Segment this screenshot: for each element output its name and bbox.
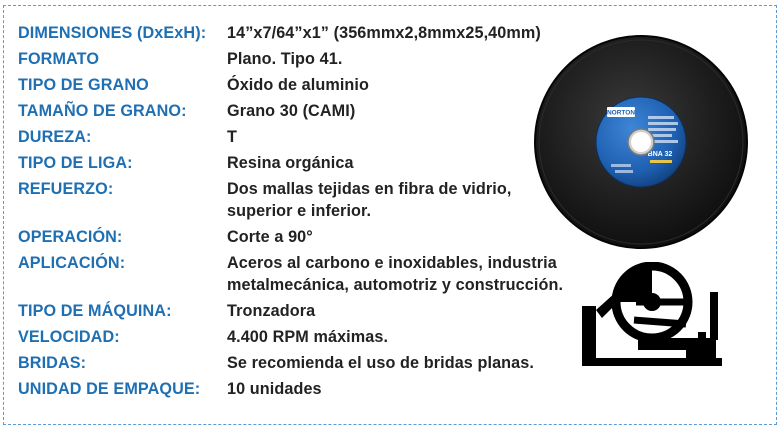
- spec-label: TIPO DE LIGA:: [18, 154, 133, 172]
- cutting-disc-image: NORTON BNA 32: [533, 34, 749, 250]
- spec-row-hardness: DUREZA: T: [18, 126, 578, 148]
- spec-row-bond: TIPO DE LIGA: Resina orgánica: [18, 152, 578, 174]
- spec-value: Óxido de aluminio: [227, 74, 578, 96]
- spec-row-dimensions: DIMENSIONES (DxExH): 14”x7/64”x1” (356mm…: [18, 22, 578, 44]
- spec-label: OPERACIÓN:: [18, 228, 123, 246]
- spec-table: DIMENSIONES (DxExH): 14”x7/64”x1” (356mm…: [18, 22, 578, 400]
- spec-value-line: Grano 30 (CAMI): [227, 102, 356, 120]
- spec-value: Plano. Tipo 41.: [227, 48, 578, 70]
- spec-value-line: Se recomienda el uso de bridas planas.: [227, 354, 534, 372]
- spec-value: 10 unidades: [227, 378, 578, 400]
- spec-value-line: Plano. Tipo 41.: [227, 50, 343, 68]
- spec-value: Dos mallas tejidas en fibra de vidrio, s…: [227, 178, 578, 222]
- brand-text: NORTON: [607, 110, 635, 117]
- spec-value-line: superior e inferior.: [227, 202, 372, 220]
- spec-value: T: [227, 126, 578, 148]
- spec-value-line: 14”x7/64”x1” (356mmx2,8mmx25,40mm): [227, 24, 541, 42]
- spec-value: 14”x7/64”x1” (356mmx2,8mmx25,40mm): [227, 22, 578, 44]
- spec-label: VELOCIDAD:: [18, 328, 120, 346]
- spec-value: Grano 30 (CAMI): [227, 100, 578, 122]
- spec-row-flanges: BRIDAS: Se recomienda el uso de bridas p…: [18, 352, 578, 374]
- spec-row-format: FORMATO Plano. Tipo 41.: [18, 48, 578, 70]
- chop-saw-icon: [582, 261, 722, 366]
- spec-label: DUREZA:: [18, 128, 92, 146]
- spec-label: BRIDAS:: [18, 354, 87, 372]
- spec-label: UNIDAD DE EMPAQUE:: [18, 380, 201, 398]
- spec-label: TIPO DE MÁQUINA:: [18, 302, 172, 320]
- spec-value: Resina orgánica: [227, 152, 578, 174]
- spec-row-grain-type: TIPO DE GRANO Óxido de aluminio: [18, 74, 578, 96]
- spec-value: Aceros al carbono e inoxidables, industr…: [227, 252, 578, 296]
- cutting-disc-icon: NORTON BNA 32: [534, 35, 748, 249]
- spec-value-line: Óxido de aluminio: [227, 76, 370, 94]
- spec-row-reinforcement: REFUERZO: Dos mallas tejidas en fibra de…: [18, 178, 578, 222]
- spec-value-line: Dos mallas tejidas en fibra de vidrio,: [227, 180, 512, 198]
- spec-label: APLICACIÓN:: [18, 254, 126, 272]
- spec-label: DIMENSIONES (DxExH):: [18, 24, 207, 42]
- spec-label: TAMAÑO DE GRANO:: [18, 102, 187, 120]
- spec-value-line: metalmecánica, automotriz y construcción…: [227, 276, 564, 294]
- spec-row-speed: VELOCIDAD: 4.400 RPM máximas.: [18, 326, 578, 348]
- spec-value-line: Corte a 90°: [227, 228, 313, 246]
- spec-label: REFUERZO:: [18, 180, 114, 198]
- spec-value-line: 4.400 RPM máximas.: [227, 328, 389, 346]
- spec-value-line: T: [227, 128, 237, 146]
- spec-value: Corte a 90°: [227, 226, 578, 248]
- spec-value-line: Tronzadora: [227, 302, 316, 320]
- spec-label: FORMATO: [18, 50, 100, 68]
- spec-row-packaging: UNIDAD DE EMPAQUE: 10 unidades: [18, 378, 578, 400]
- spec-value: Se recomienda el uso de bridas planas.: [227, 352, 578, 374]
- spec-row-machine-type: TIPO DE MÁQUINA: Tronzadora: [18, 300, 578, 322]
- spec-row-application: APLICACIÓN: Aceros al carbono e inoxidab…: [18, 252, 578, 296]
- spec-row-operation: OPERACIÓN: Corte a 90°: [18, 226, 578, 248]
- spec-label: TIPO DE GRANO: [18, 76, 149, 94]
- spec-value: Tronzadora: [227, 300, 578, 322]
- spec-value-line: Aceros al carbono e inoxidables, industr…: [227, 254, 557, 272]
- product-code-text: BNA 32: [648, 151, 673, 158]
- chop-saw-pictogram: [578, 261, 728, 372]
- spec-value: 4.400 RPM máximas.: [227, 326, 578, 348]
- spec-value-line: Resina orgánica: [227, 154, 354, 172]
- spec-row-grain-size: TAMAÑO DE GRANO: Grano 30 (CAMI): [18, 100, 578, 122]
- spec-value-line: 10 unidades: [227, 380, 322, 398]
